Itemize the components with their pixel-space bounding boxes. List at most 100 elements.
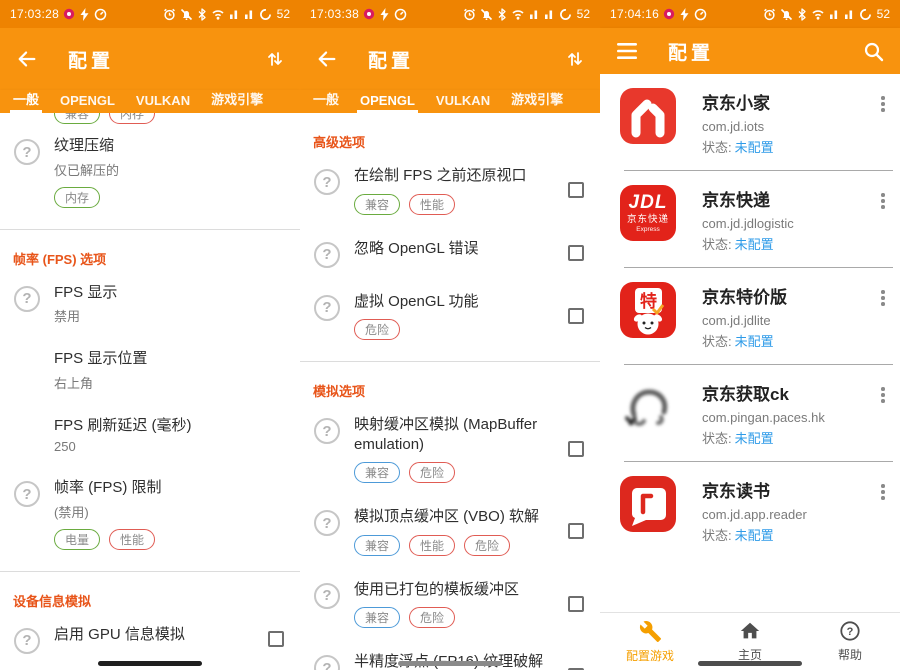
- sort-arrows-icon[interactable]: [266, 49, 284, 69]
- help-icon[interactable]: ?: [14, 286, 40, 312]
- settings-item[interactable]: ? FPS 显示禁用: [0, 271, 300, 338]
- tab-vulkan[interactable]: VULKAN: [136, 93, 190, 113]
- checkbox[interactable]: [568, 308, 584, 324]
- help-icon[interactable]: ?: [314, 510, 340, 536]
- app-list-item[interactable]: 京东获取ckcom.pingan.paces.hk状态:未配置: [600, 365, 900, 461]
- app-list-item[interactable]: 特京东特价版com.jd.jdlite状态:未配置: [600, 268, 900, 364]
- signal-icon: [229, 8, 240, 20]
- tab-opengl[interactable]: OPENGL: [360, 93, 415, 113]
- overflow-menu-icon[interactable]: [876, 476, 890, 544]
- gesture-bar[interactable]: [698, 661, 802, 666]
- help-icon[interactable]: ?: [314, 295, 340, 321]
- item-text-column: 在绘制 FPS 之前还原视口兼容性能: [354, 166, 568, 215]
- gesture-bar[interactable]: [98, 661, 202, 666]
- app-list-item[interactable]: 京东小家com.jd.iots状态:未配置: [600, 74, 900, 170]
- help-icon[interactable]: ?: [314, 418, 340, 444]
- bell-off-icon: [480, 8, 493, 21]
- app-bar: 配置: [600, 28, 900, 74]
- dot: [881, 102, 885, 106]
- app-text-column: 京东特价版com.jd.jdlite状态:未配置: [702, 282, 876, 350]
- app-list-item[interactable]: JDL京东快递Express京东快递com.jd.jdlogistic状态:未配…: [600, 171, 900, 267]
- checkbox[interactable]: [568, 441, 584, 457]
- help-icon[interactable]: ?: [14, 481, 40, 507]
- settings-item[interactable]: ?映射缓冲区模拟 (MapBuffer emulation)兼容危险: [300, 403, 600, 495]
- checkbox[interactable]: [568, 596, 584, 612]
- settings-item[interactable]: ?模拟顶点缓冲区 (VBO) 软解兼容性能危险: [300, 495, 600, 568]
- tab-opengl[interactable]: OPENGL: [60, 93, 115, 113]
- settings-item[interactable]: ? 虚拟 OpenGL 功能危险: [300, 280, 600, 353]
- tab-vulkan[interactable]: VULKAN: [436, 93, 490, 113]
- help-icon[interactable]: ?: [14, 628, 40, 654]
- checkbox[interactable]: [568, 182, 584, 198]
- app-text-column: 京东快递com.jd.jdlogistic状态:未配置: [702, 185, 876, 253]
- item-text-column: FPS 显示禁用: [54, 283, 284, 326]
- nav-item-wrench[interactable]: 配置游戏: [600, 613, 700, 670]
- overflow-menu-icon[interactable]: [876, 379, 890, 447]
- tab-bar: 一般 OPENGL VULKAN 游戏引擎: [300, 90, 600, 113]
- settings-item[interactable]: ?忽略 OpenGL 错误: [300, 227, 600, 280]
- settings-item[interactable]: ?帧率 (FPS) 限制(禁用)电量性能: [0, 466, 300, 562]
- item-text-column: 虚拟 OpenGL 功能危险: [354, 292, 568, 341]
- tab-game-engine[interactable]: 游戏引擎: [211, 89, 263, 113]
- bell-off-icon: [180, 8, 193, 21]
- chip-row: 兼容危险: [354, 607, 558, 628]
- settings-item[interactable]: FPS 刷新延迟 (毫秒)250: [0, 404, 300, 467]
- app-package: com.pingan.paces.hk: [702, 410, 876, 425]
- section-header: 帧率 (FPS) 选项: [0, 230, 300, 271]
- dot: [881, 490, 885, 494]
- tag-chip-green: 电量: [54, 529, 100, 550]
- gesture-bar[interactable]: [398, 661, 502, 666]
- notification-badge-icon: [663, 8, 675, 20]
- app-package: com.jd.iots: [702, 119, 876, 134]
- chip-row: 兼容性能危险: [354, 535, 558, 556]
- status-bar: 17:03:28 52: [0, 0, 300, 28]
- tag-chip-red: 危险: [354, 319, 400, 340]
- help-icon[interactable]: ?: [14, 139, 40, 165]
- battery-percent-text: 52: [577, 7, 590, 21]
- settings-item[interactable]: ?纹理压缩仅已解压的内存: [0, 124, 300, 220]
- back-arrow-icon[interactable]: [16, 48, 38, 70]
- checkbox[interactable]: [268, 631, 284, 647]
- settings-item[interactable]: ?启用 GPU 信息模拟: [0, 613, 300, 666]
- dot: [881, 96, 885, 100]
- panel-opengl-settings: 17:03:38 52 配置 一般 OPENGL VULKAN 游戏引擎 高级选…: [300, 0, 600, 670]
- nav-item-help-circle[interactable]: ?帮助: [800, 613, 900, 670]
- page-title: 配置: [68, 46, 114, 73]
- help-icon[interactable]: ?: [314, 242, 340, 268]
- status-label: 状态:: [702, 237, 732, 252]
- bell-off-icon: [780, 8, 793, 21]
- tab-game-engine[interactable]: 游戏引擎: [511, 89, 563, 113]
- tag-chip-green: 兼容: [54, 113, 100, 124]
- settings-item[interactable]: FPS 显示位置右上角: [0, 337, 300, 404]
- settings-item[interactable]: ? 在绘制 FPS 之前还原视口兼容性能: [300, 154, 600, 227]
- checkbox[interactable]: [568, 523, 584, 539]
- blurred-icon: [620, 379, 676, 435]
- battery-icon: [559, 8, 572, 21]
- overflow-menu-icon[interactable]: [876, 282, 890, 350]
- dot: [881, 290, 885, 294]
- help-icon[interactable]: ?: [314, 583, 340, 609]
- search-icon[interactable]: [863, 41, 884, 62]
- item-subtitle: 仅已解压的: [54, 160, 274, 179]
- app-text-column: 京东获取ckcom.pingan.paces.hk状态:未配置: [702, 379, 876, 447]
- clock-text: 17:03:28: [10, 7, 59, 21]
- item-icon-column: ?: [300, 652, 354, 670]
- checkbox[interactable]: [568, 245, 584, 261]
- overflow-menu-icon[interactable]: [876, 185, 890, 253]
- signal-icon: [244, 8, 255, 20]
- settings-item[interactable]: ? 使用已打包的模板缓冲区兼容危险: [300, 568, 600, 641]
- tab-general[interactable]: 一般: [13, 89, 39, 113]
- help-icon[interactable]: ?: [314, 655, 340, 670]
- back-arrow-icon[interactable]: [316, 48, 338, 70]
- help-icon[interactable]: ?: [314, 169, 340, 195]
- wifi-icon: [811, 8, 825, 20]
- app-list-item[interactable]: 京东读书com.jd.app.reader状态:未配置: [600, 462, 900, 558]
- menu-icon[interactable]: [616, 42, 638, 60]
- tab-general[interactable]: 一般: [313, 89, 339, 113]
- overflow-menu-icon[interactable]: [876, 88, 890, 156]
- item-title: 使用已打包的模板缓冲区: [354, 580, 558, 600]
- sort-arrows-icon[interactable]: [566, 49, 584, 69]
- app-name: 京东快递: [702, 186, 876, 211]
- settings-item[interactable]: ?设备、CPU 和 RAM 信息模拟: [0, 666, 300, 670]
- notification-badge-icon: [363, 8, 375, 20]
